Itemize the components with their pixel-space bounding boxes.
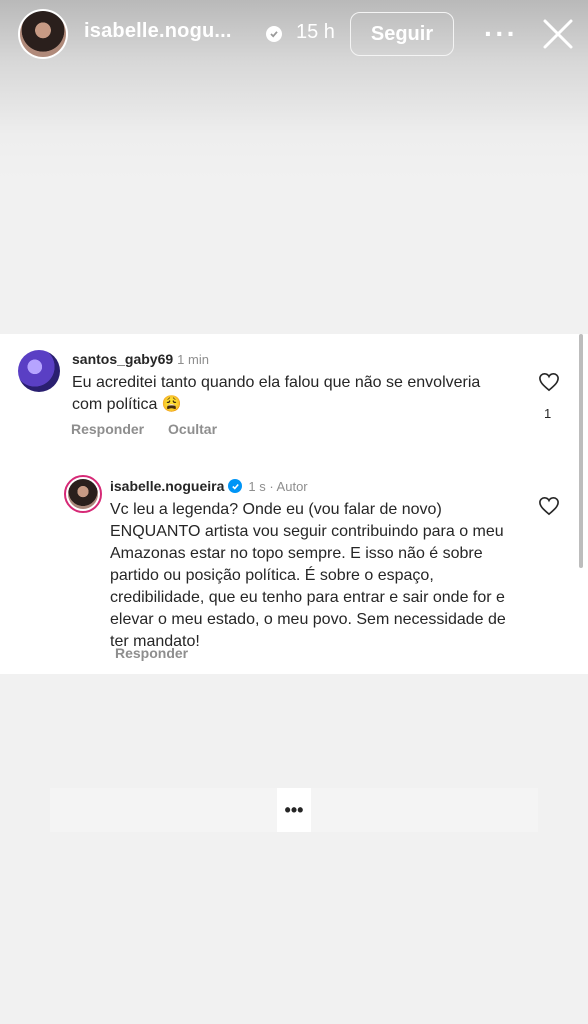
comment-time: 1 min xyxy=(177,352,209,367)
comment-username[interactable]: santos_gaby69 xyxy=(72,351,173,367)
comment-author[interactable]: santos_gaby69 1 min xyxy=(72,351,209,367)
hide-button[interactable]: Ocultar xyxy=(168,421,217,437)
heart-icon[interactable] xyxy=(538,372,560,392)
more-button[interactable]: ••• xyxy=(277,788,311,832)
like-count: 1 xyxy=(544,406,552,421)
story-header: isabelle.nogu... 15 h Seguir ··· xyxy=(0,0,588,70)
reply-meta: 1 s · Autor xyxy=(248,478,308,494)
comment-text: Eu acreditei tanto quando ela falou que … xyxy=(72,374,481,413)
story-username[interactable]: isabelle.nogu... xyxy=(84,20,232,43)
reply-author[interactable]: isabelle.nogueira 1 s · Autor xyxy=(110,478,308,494)
reply-reply-button[interactable]: Responder xyxy=(115,645,188,661)
reply-button[interactable]: Responder xyxy=(71,421,144,437)
heart-icon[interactable] xyxy=(538,496,560,516)
reply-avatar[interactable] xyxy=(64,475,102,513)
more-options-icon[interactable]: ··· xyxy=(484,18,518,50)
story-time: 15 h xyxy=(296,21,335,43)
reply-text: Vc leu a legenda? Onde eu (vou falar de … xyxy=(110,501,506,650)
profile-avatar[interactable] xyxy=(18,9,68,59)
verified-icon xyxy=(266,26,282,42)
verified-badge-icon xyxy=(228,479,243,493)
reply-actions: Responder xyxy=(115,645,188,661)
close-icon[interactable] xyxy=(540,16,576,52)
scrollbar[interactable] xyxy=(579,334,583,568)
reply-username[interactable]: isabelle.nogueira xyxy=(110,478,224,494)
follow-button[interactable]: Seguir xyxy=(350,12,454,56)
comment-actions: Responder Ocultar xyxy=(71,421,237,437)
commenter-avatar[interactable] xyxy=(18,350,60,392)
